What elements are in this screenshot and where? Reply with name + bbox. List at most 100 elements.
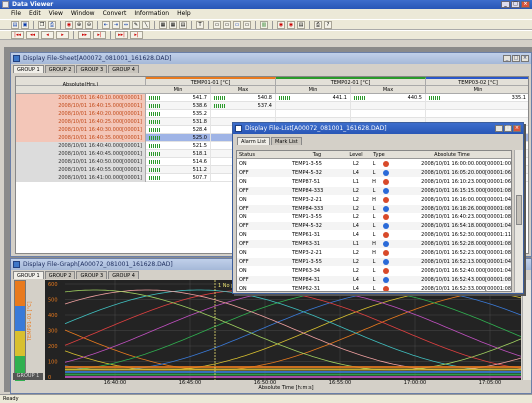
- print-preview-icon[interactable]: ⎙: [314, 20, 322, 29]
- list-item[interactable]: OFF TEMP4-5-32 L4 L 2008/10/01 16:54:18.000[…: [237, 222, 511, 231]
- text-icon[interactable]: T: [196, 20, 204, 29]
- list-cell-level: L2: [353, 258, 359, 265]
- list-item[interactable]: ON TEMP1-3-55 L2 L 2008/10/01 16:40:23.000[0…: [237, 213, 511, 222]
- tab-group-4[interactable]: GROUP 4: [108, 65, 139, 73]
- tab-group-1[interactable]: GROUP 1: [13, 65, 44, 73]
- export-icon[interactable]: ▥: [260, 20, 268, 29]
- menu-view[interactable]: View: [49, 9, 63, 19]
- save-icon[interactable]: ▣: [21, 20, 29, 29]
- window-arrange-icon[interactable]: ▭: [233, 20, 241, 29]
- tab-alarm-list[interactable]: Alarm List: [237, 137, 271, 145]
- list-item[interactable]: ON TEMP1-3-55 L2 L 2008/10/01 16:00:00.000[0…: [237, 160, 511, 168]
- go-prev-icon[interactable]: ◂: [41, 31, 54, 39]
- list-item[interactable]: ON TEMP87-51 L1 H 2008/10/01 16:10:23.000[00…: [237, 177, 511, 186]
- sheet-maximize-button[interactable]: □: [512, 55, 520, 62]
- list-item[interactable]: OFF TEMP84-333 L2 L 2008/10/01 16:15:15.000[…: [237, 186, 511, 195]
- list-item[interactable]: ON TEMP63-34 L2 L 2008/10/01 16:52:40.000[00…: [237, 266, 512, 275]
- print-icon[interactable]: ⎙: [48, 20, 56, 29]
- graph-tab-group-2[interactable]: GROUP 2: [44, 271, 76, 279]
- list-item[interactable]: OFF TEMP84-333 L2 L 2008/10/01 16:18:26.000[…: [237, 204, 511, 213]
- list-window-titlebar[interactable]: Display File-List[A00072_081001_161628.D…: [233, 123, 523, 134]
- sheet-window-titlebar[interactable]: Display File-Sheet[A00072_081001_161628.…: [11, 53, 531, 64]
- table-row[interactable]: 2008/10/01 16:40:20.000[00001] 535.2: [16, 110, 528, 118]
- menu-file[interactable]: File: [11, 9, 21, 19]
- cursor-link-icon[interactable]: ⇔: [122, 20, 130, 29]
- line-icon[interactable]: ╲: [142, 20, 150, 29]
- window-tile-icon[interactable]: ▭: [213, 20, 221, 29]
- grid-icon[interactable]: ▦: [159, 20, 167, 29]
- tab-group-2[interactable]: GROUP 2: [44, 65, 76, 73]
- go-next-page-icon[interactable]: ▸▸: [78, 31, 91, 39]
- window-cascade-icon[interactable]: ▭: [223, 20, 231, 29]
- tab-mark-list[interactable]: Mark List: [271, 137, 302, 145]
- go-mark-icon[interactable]: ▸|: [93, 31, 106, 39]
- menu-information[interactable]: Information: [134, 9, 169, 19]
- list-cell-level: L2: [353, 196, 359, 203]
- graph-scrollbar[interactable]: [522, 280, 531, 380]
- minimize-button[interactable]: _: [501, 1, 510, 8]
- tab-group-3[interactable]: GROUP 3: [76, 65, 108, 73]
- list-item[interactable]: OFF TEMP4-5-32 L4 L 2008/10/01 16:05:20.000[…: [237, 168, 511, 177]
- col-tag[interactable]: Tag: [297, 151, 337, 159]
- list-cell-type: H: [372, 178, 376, 185]
- sheet-minimize-button[interactable]: _: [503, 55, 511, 62]
- zoom-out-icon[interactable]: ⊖: [85, 20, 93, 29]
- graph-tab-group-1[interactable]: GROUP 1: [13, 271, 44, 279]
- list-item[interactable]: ON TEMP3-2-21 L2 H 2008/10/01 16:52:23.000[0…: [237, 249, 511, 257]
- list-item[interactable]: ON TEMP3-2-21 L2 H 2008/10/01 16:16:00.000[0…: [237, 195, 511, 204]
- close-button[interactable]: ×: [521, 1, 530, 8]
- grid-sheet-icon[interactable]: ▦: [169, 20, 177, 29]
- alarm-list-table[interactable]: Status Tag Level Type Absolute Time ON TE…: [236, 150, 512, 292]
- col-absolute-time[interactable]: Absolute Time: [412, 151, 492, 159]
- maximize-button[interactable]: □: [511, 1, 520, 8]
- list-item[interactable]: ON TEMP62-31 L4 L 2008/10/01 16:52:33.000[00…: [237, 284, 511, 291]
- sheet-cell-time: 2008/10/01 16:40:40.000[00001]: [16, 142, 146, 150]
- cursor-b-icon[interactable]: ⇥: [112, 20, 120, 29]
- pen-icon[interactable]: ✎: [132, 20, 140, 29]
- graph-plot-area[interactable]: 60050040030020010001 No problem: [45, 280, 522, 381]
- list-icon[interactable]: ▤: [297, 20, 305, 29]
- zoom-in-icon[interactable]: ⊕: [75, 20, 83, 29]
- menu-convert[interactable]: Convert: [103, 9, 127, 19]
- go-next-icon[interactable]: ▸: [56, 31, 69, 39]
- table-row[interactable]: 2008/10/01 16:40:10.000[00001] 541.7 540.8…: [16, 94, 528, 102]
- table-row[interactable]: 2008/10/01 16:40:15.000[00001] 538.6 537.4: [16, 102, 528, 110]
- sheet-close-button[interactable]: ×: [521, 55, 529, 62]
- graph-tab-group-3[interactable]: GROUP 3: [76, 271, 108, 279]
- list-cell-time: 2008/10/01 16:52:40.000[00001:04]: [421, 267, 512, 274]
- go-prev-page-icon[interactable]: ◂◂: [26, 31, 39, 39]
- grid-list-icon[interactable]: ▤: [179, 20, 187, 29]
- list-scrollbar[interactable]: [514, 150, 523, 292]
- alarm-icon[interactable]: ◉: [277, 20, 285, 29]
- list-scroll-thumb[interactable]: [516, 195, 522, 225]
- list-item[interactable]: OFF TEMP63-31 L1 H 2008/10/01 16:52:28.000[0…: [237, 240, 511, 249]
- list-maximize-button[interactable]: □: [504, 125, 512, 132]
- list-cell-level: L2: [353, 250, 359, 256]
- list-item[interactable]: ON TEMP61-31 L4 L 2008/10/01 16:52:30.000[00…: [237, 231, 511, 240]
- list-item[interactable]: OFF TEMP84-31 L4 L 2008/10/01 16:52:43.000[0…: [237, 275, 511, 284]
- value-bar-icon: [354, 96, 366, 100]
- col-level[interactable]: Level: [345, 151, 367, 159]
- go-end-icon[interactable]: ▸|: [130, 31, 143, 39]
- col-type[interactable]: Type: [369, 151, 389, 159]
- col-status[interactable]: Status: [239, 151, 264, 159]
- search-icon[interactable]: ◉: [65, 20, 73, 29]
- list-minimize-button[interactable]: _: [495, 125, 503, 132]
- copy-icon[interactable]: ❐: [38, 20, 46, 29]
- menu-window[interactable]: Window: [71, 9, 95, 19]
- list-item[interactable]: OFF TEMP1-3-55 L2 L 2008/10/01 16:52:13.000[…: [237, 257, 511, 266]
- help-icon[interactable]: ?: [324, 20, 332, 29]
- mark-icon[interactable]: ◉: [287, 20, 295, 29]
- go-first-icon[interactable]: |◂◂: [11, 31, 24, 39]
- list-cell-tag: TEMP84-31: [292, 276, 321, 283]
- y-axis-label: TEMP01-01 [°C]: [27, 301, 33, 341]
- window-graph-icon[interactable]: ▭: [243, 20, 251, 29]
- list-close-button[interactable]: ×: [513, 125, 521, 132]
- menu-edit[interactable]: Edit: [29, 9, 41, 19]
- channel-strip[interactable]: [14, 280, 26, 381]
- menu-help[interactable]: Help: [177, 9, 191, 19]
- open-icon[interactable]: ▤: [11, 20, 19, 29]
- cursor-a-icon[interactable]: ⇤: [102, 20, 110, 29]
- go-last-icon[interactable]: ▸▸|: [115, 31, 128, 39]
- graph-tab-group-4[interactable]: GROUP 4: [108, 271, 139, 279]
